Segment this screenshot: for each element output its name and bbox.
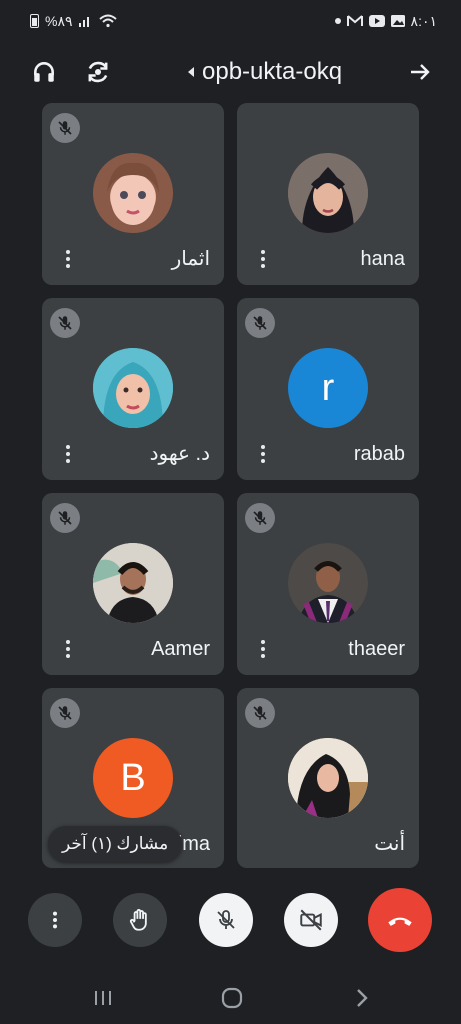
- participant-tile[interactable]: r rabab: [237, 298, 419, 480]
- participant-name: rabab: [353, 443, 405, 465]
- meeting-code-button[interactable]: opb-ukta-okq: [188, 58, 342, 86]
- other-participants-chip[interactable]: مشارك (١) آخر: [48, 826, 183, 862]
- battery-level: %٨٩: [45, 12, 73, 29]
- raise-hand-button[interactable]: [113, 893, 167, 947]
- tile-more-button[interactable]: [60, 247, 76, 271]
- audio-output-button[interactable]: [28, 56, 60, 88]
- system-nav-bar: [0, 970, 461, 1024]
- self-tile[interactable]: أنت: [237, 688, 419, 868]
- tile-more-button[interactable]: [255, 442, 271, 466]
- end-call-button[interactable]: [368, 888, 432, 952]
- mic-off-icon: [253, 706, 267, 720]
- avatar-initial: r: [321, 366, 335, 409]
- participant-name: اثمار: [171, 248, 210, 270]
- avatar-photo: [93, 348, 173, 428]
- avatar: B: [93, 738, 173, 818]
- avatar-photo: [288, 153, 368, 233]
- home-button[interactable]: [218, 984, 246, 1012]
- mic-off-icon: [253, 316, 267, 330]
- participant-name: د. عهود: [149, 443, 210, 465]
- mic-off-icon: [58, 706, 72, 720]
- more-vert-icon: [52, 911, 58, 929]
- participant-name: hana: [360, 248, 406, 270]
- mic-off-indicator: [245, 698, 275, 728]
- avatar: r: [288, 348, 368, 428]
- youtube-icon: [368, 15, 385, 27]
- signal-icon: [78, 17, 89, 27]
- avatar: [93, 153, 173, 233]
- mic-off-indicator: [50, 698, 80, 728]
- mic-off-indicator: [245, 503, 275, 533]
- back-button[interactable]: [347, 984, 375, 1012]
- status-bar: %٨٩ ٨:٠١: [0, 0, 461, 42]
- mic-off-indicator: [50, 308, 80, 338]
- wifi-icon: [98, 14, 117, 28]
- avatar: [93, 348, 173, 428]
- gmail-icon: [346, 15, 363, 26]
- mic-off-indicator: [245, 308, 275, 338]
- clock: ٨:٠١: [410, 12, 437, 29]
- avatar-photo: [288, 738, 368, 818]
- mic-off-icon: [58, 121, 72, 135]
- avatar-photo: [288, 543, 368, 623]
- meeting-details-button[interactable]: [404, 56, 436, 88]
- avatar-photo: [107, 162, 159, 225]
- headphones-icon: [34, 62, 54, 82]
- participant-name: thaeer: [348, 638, 405, 660]
- avatar: [93, 543, 173, 623]
- participant-tile[interactable]: اثمار: [42, 103, 224, 285]
- avatar: [288, 153, 368, 233]
- end-call-icon: [388, 917, 412, 926]
- recents-icon: [95, 991, 111, 1005]
- arrow-right-icon: [411, 64, 430, 80]
- mic-off-icon: [58, 316, 72, 330]
- more-options-button[interactable]: [28, 893, 82, 947]
- tile-more-button[interactable]: [60, 442, 76, 466]
- tile-more-button[interactable]: [255, 247, 271, 271]
- mic-off-icon: [58, 511, 72, 525]
- participant-tile[interactable]: thaeer: [237, 493, 419, 675]
- battery-icon: [30, 14, 39, 28]
- tile-more-button[interactable]: [255, 637, 271, 661]
- status-left: %٨٩: [30, 13, 117, 30]
- meeting-header: opb-ukta-okq: [0, 48, 461, 96]
- participant-name: Aamer: [151, 638, 210, 660]
- hand-icon: [129, 909, 147, 931]
- switch-camera-button[interactable]: [82, 56, 114, 88]
- home-icon: [221, 987, 243, 1009]
- microphone-toggle-button[interactable]: [199, 893, 253, 947]
- avatar-initial: B: [120, 756, 146, 799]
- gallery-icon: [390, 15, 405, 27]
- tile-more-button[interactable]: [60, 637, 76, 661]
- camera-toggle-button[interactable]: [284, 893, 338, 947]
- meeting-code: opb-ukta-okq: [202, 58, 343, 85]
- switch-camera-icon: [88, 61, 108, 83]
- avatar: [288, 543, 368, 623]
- participant-name: أنت: [374, 833, 405, 855]
- mic-off-indicator: [50, 503, 80, 533]
- avatar: [288, 738, 368, 818]
- notification-dot-icon: [334, 18, 341, 24]
- caret-left-icon: [188, 67, 194, 77]
- participant-tile[interactable]: Aamer: [42, 493, 224, 675]
- recents-button[interactable]: [89, 984, 117, 1012]
- videocam-off-icon: [300, 909, 322, 931]
- mic-off-icon: [217, 910, 235, 929]
- mic-off-icon: [253, 511, 267, 525]
- chevron-right-icon: [357, 989, 368, 1007]
- status-right: ٨:٠١: [334, 12, 437, 30]
- participant-tile[interactable]: hana: [237, 103, 419, 285]
- mic-off-indicator: [50, 113, 80, 143]
- avatar-photo: [93, 543, 173, 623]
- participant-tile[interactable]: د. عهود: [42, 298, 224, 480]
